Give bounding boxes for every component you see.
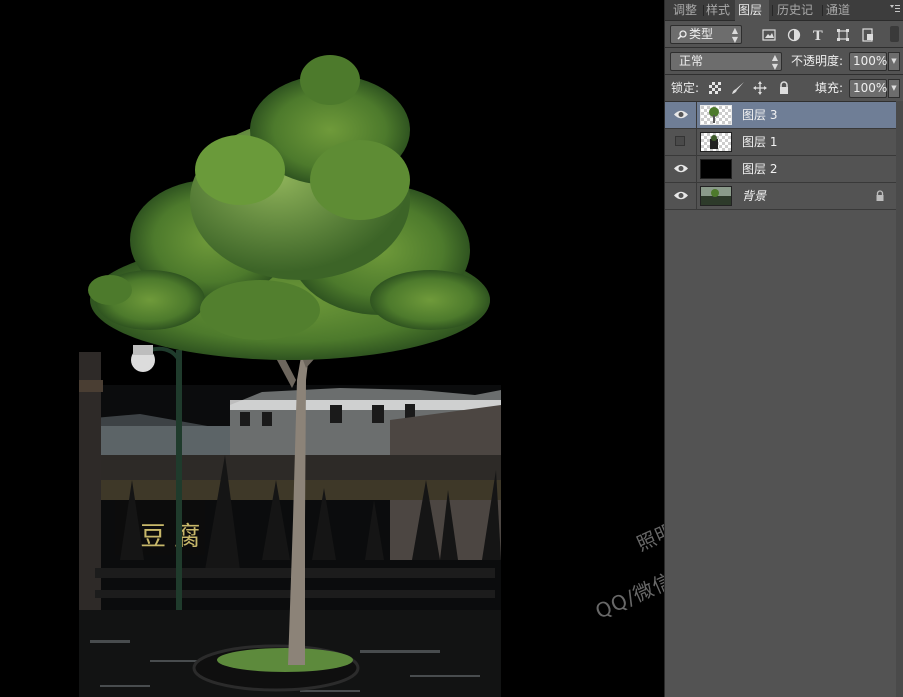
svg-text:T: T bbox=[813, 29, 823, 42]
filter-toggle-switch[interactable] bbox=[890, 26, 899, 42]
svg-text:豆 腐: 豆 腐 bbox=[140, 522, 200, 552]
layer-row-layer-3[interactable]: 图层 3 bbox=[665, 102, 896, 129]
opacity-label: 不透明度: bbox=[791, 54, 844, 68]
layer-row-background[interactable]: 背景 bbox=[665, 183, 896, 210]
select-arrows-icon: ▲ ▼ bbox=[731, 26, 738, 44]
blend-mode-value: 正常 bbox=[679, 54, 704, 68]
eye-icon[interactable] bbox=[673, 189, 689, 202]
select-arrows-icon: ▲ ▼ bbox=[771, 53, 778, 71]
layer-row-layer-1[interactable]: 图层 1 bbox=[665, 129, 896, 156]
type-filter-icon[interactable]: T bbox=[811, 28, 825, 42]
panel-tab-bar: 调整 样式 图层 历史记 通道 bbox=[665, 0, 903, 21]
canvas-artwork: 豆 腐 bbox=[79, 55, 501, 697]
layers-scrollbar[interactable] bbox=[896, 101, 903, 697]
tab-divider bbox=[703, 5, 704, 16]
tree-canopy bbox=[88, 55, 490, 360]
document-canvas[interactable]: 豆 腐 照明邦刘滔 QQ/微信：2321163128 bbox=[0, 0, 664, 697]
column-divider bbox=[696, 102, 697, 129]
fill-label: 填充: bbox=[815, 81, 844, 95]
fill-dropdown-button[interactable]: ▼ bbox=[888, 79, 900, 98]
shape-filter-icon[interactable] bbox=[836, 28, 850, 42]
column-divider bbox=[696, 183, 697, 210]
blend-row: 正常 ▲ ▼ 不透明度: 100% ▼ bbox=[665, 48, 903, 74]
panel-menu-icon[interactable] bbox=[890, 4, 900, 14]
column-divider bbox=[696, 156, 697, 183]
layer-row-layer-2[interactable]: 图层 2 bbox=[665, 156, 896, 183]
tab-divider bbox=[822, 5, 823, 16]
lock-move-icon[interactable] bbox=[753, 81, 767, 95]
layer-thumbnail bbox=[700, 132, 732, 152]
filter-kind-select[interactable]: 类型 ▲ ▼ bbox=[670, 25, 742, 44]
layer-thumbnail bbox=[700, 186, 732, 206]
layer-name: 图层 2 bbox=[742, 162, 778, 176]
opacity-input[interactable]: 100% bbox=[849, 52, 887, 71]
layer-thumbnail bbox=[700, 159, 732, 179]
opacity-dropdown-button[interactable]: ▼ bbox=[888, 52, 900, 71]
image-filter-icon[interactable] bbox=[762, 28, 776, 42]
layers-list: 图层 3 图层 1 图层 2 背景 bbox=[665, 102, 896, 697]
tab-adjustments[interactable]: 调整 bbox=[673, 3, 697, 18]
tab-channels[interactable]: 通道 bbox=[826, 3, 850, 18]
tab-layers[interactable]: 图层 bbox=[738, 3, 762, 18]
tab-styles[interactable]: 样式 bbox=[706, 3, 730, 18]
fill-input[interactable]: 100% bbox=[849, 79, 887, 98]
layer-thumbnail bbox=[700, 105, 732, 125]
lock-brush-icon[interactable] bbox=[731, 81, 745, 95]
search-icon bbox=[677, 30, 687, 40]
layer-name: 图层 3 bbox=[742, 108, 778, 122]
lock-all-icon[interactable] bbox=[777, 81, 791, 95]
tab-history[interactable]: 历史记 bbox=[777, 3, 813, 18]
eye-icon[interactable] bbox=[673, 162, 689, 175]
layer-name: 图层 1 bbox=[742, 135, 778, 149]
lock-row: 锁定: 填充: 100% ▼ bbox=[665, 75, 903, 101]
lock-transparent-icon[interactable] bbox=[709, 82, 721, 94]
filter-kind-label: 类型 bbox=[689, 27, 714, 41]
blend-mode-select[interactable]: 正常 ▲ ▼ bbox=[670, 52, 782, 71]
filter-row: 类型 ▲ ▼ T bbox=[665, 21, 903, 47]
lock-label: 锁定: bbox=[671, 81, 700, 95]
smart-object-filter-icon[interactable] bbox=[861, 28, 875, 42]
eye-icon[interactable] bbox=[673, 108, 689, 121]
layers-panel: 调整 样式 图层 历史记 通道 类型 ▲ ▼ T 正常 ▲ ▼ 不透明度: 10… bbox=[664, 0, 903, 697]
tab-divider bbox=[772, 5, 773, 16]
layer-name: 背景 bbox=[742, 189, 767, 203]
visibility-toggle-off[interactable] bbox=[675, 136, 685, 146]
column-divider bbox=[696, 129, 697, 156]
lock-icon bbox=[876, 190, 884, 201]
adjustment-filter-icon[interactable] bbox=[787, 28, 801, 42]
